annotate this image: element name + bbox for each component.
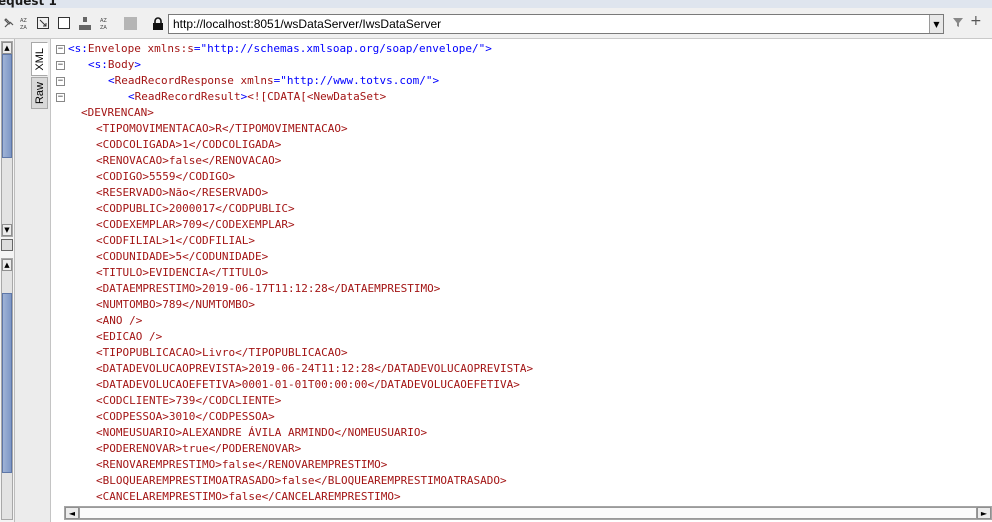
code-line: <CODFILIAL>1</CODFILIAL> xyxy=(96,234,255,247)
url-text: http://localhost:8051/wsDataServer/IwsDa… xyxy=(173,17,442,31)
scroll-up-button[interactable]: ▲ xyxy=(2,42,12,54)
code-line: <RESERVADO>Não</RESERVADO> xyxy=(96,186,269,199)
scroll-thumb-2[interactable] xyxy=(2,293,12,473)
svg-text:ZA: ZA xyxy=(100,25,107,30)
tab-xml-label: XML xyxy=(33,47,46,71)
scroll-left-button[interactable]: ◄ xyxy=(65,507,79,519)
code-line: <RENOVACAO>false</RENOVACAO> xyxy=(96,154,282,167)
tag-open: < xyxy=(128,90,135,103)
fold-toggle[interactable]: − xyxy=(56,45,65,54)
tag-close: > xyxy=(432,74,440,87)
code-line: <PODERENOVAR>true</PODERENOVAR> xyxy=(96,442,302,455)
tag-open: < xyxy=(108,74,115,87)
code-line: <CODIGO>5559</CODIGO> xyxy=(96,170,236,183)
code-line: <RENOVAREMPRESTIMO>false</RENOVAREMPREST… xyxy=(96,458,388,471)
attr-name: xmlns:s xyxy=(140,42,194,55)
xml-editor[interactable]: − − − − <s:Envelope xmlns:s="http://sche… xyxy=(51,39,992,506)
attr-value: "http://schemas.xmlsoap.org/soap/envelop… xyxy=(200,42,486,55)
code-line: <DEVRENCAN> xyxy=(81,106,154,119)
code-line: <BLOQUEAREMPRESTIMOATRASADO>false</BLOQU… xyxy=(96,474,507,487)
horizontal-scrollbar[interactable]: ◄ ► xyxy=(64,506,992,520)
filter-icon[interactable] xyxy=(952,16,964,31)
code-line: <DATAEMPRESTIMO>2019-06-17T11:12:28</DAT… xyxy=(96,282,441,295)
code-line: <CODEXEMPLAR>709</CODEXEMPLAR> xyxy=(96,218,295,231)
horizontal-scroll-thumb[interactable] xyxy=(79,507,977,519)
code-line: <NOMEUSUARIO>ALEXANDRE ÁVILA ARMINDO</NO… xyxy=(96,426,428,439)
tag-name: Body xyxy=(107,58,135,71)
code-line-response: <ReadRecordResponse xmlns="http://www.to… xyxy=(108,73,439,89)
tag-close: > xyxy=(485,42,492,55)
cdata-text: <![CDATA[<NewDataSet> xyxy=(247,90,387,103)
tree-icon[interactable] xyxy=(78,16,92,30)
code-line: <CODPUBLIC>2000017</CODPUBLIC> xyxy=(96,202,295,215)
code-line: <CODCLIENTE>739</CODCLIENTE> xyxy=(96,394,282,407)
tag-name: ReadRecordResult xyxy=(134,90,241,103)
tag-prefix: s: xyxy=(94,58,108,71)
request-toolbar: AZ ZA AZ ZA http://localhost:8051/wsDataSe… xyxy=(0,8,992,39)
left-scrollbar-bottom[interactable]: ▲ xyxy=(1,258,13,520)
tag-open: < xyxy=(68,42,75,55)
code-line-result: <ReadRecordResult><![CDATA[<NewDataSet> xyxy=(128,89,386,105)
url-field[interactable]: http://localhost:8051/wsDataServer/IwsDa… xyxy=(168,14,944,34)
view-tabs: XML Raw xyxy=(15,39,51,522)
tag-name: Envelope xyxy=(87,42,141,55)
sort-az-icon[interactable]: AZ ZA xyxy=(19,16,33,30)
attr-name: xmlns xyxy=(233,74,274,87)
code-line: <CODPESSOA>3010</CODPESSOA> xyxy=(96,410,275,423)
code-line: <NUMTOMBO>789</NUMTOMBO> xyxy=(96,298,255,311)
window-title: equest 1 xyxy=(0,0,57,8)
fold-toggle[interactable]: − xyxy=(56,61,65,70)
tab-raw-label: Raw xyxy=(33,81,46,104)
code-line: <TITULO>EVIDENCIA</TITULO> xyxy=(96,266,269,279)
url-dropdown-button[interactable]: ▼ xyxy=(929,15,943,33)
code-line: <TIPOPUBLICACAO>Livro</TIPOPUBLICACAO> xyxy=(96,346,348,359)
scroll-right-button[interactable]: ► xyxy=(977,507,991,519)
fold-toggle[interactable]: − xyxy=(56,93,65,102)
code-line: <CODCOLIGADA>1</CODCOLIGADA> xyxy=(96,138,282,151)
code-line-body: <s:Body> xyxy=(88,57,141,73)
tag-close: > xyxy=(134,58,141,71)
scroll-down-button[interactable]: ▼ xyxy=(2,224,12,236)
tag-name: ReadRecordResponse xyxy=(114,74,234,87)
add-icon[interactable]: + xyxy=(970,13,982,29)
code-line: <CODUNIDADE>5</CODUNIDADE> xyxy=(96,250,269,263)
tag-open: < xyxy=(88,58,95,71)
expand-icon[interactable] xyxy=(36,16,50,30)
fold-toggle[interactable]: − xyxy=(56,77,65,86)
svg-text:AZ: AZ xyxy=(20,18,27,24)
zoom-icon[interactable] xyxy=(1,239,13,251)
tab-raw[interactable]: Raw xyxy=(31,77,48,109)
code-line: <TIPOMOVIMENTACAO>R</TIPOMOVIMENTACAO> xyxy=(96,122,348,135)
svg-text:ZA: ZA xyxy=(20,25,27,30)
scroll-thumb[interactable] xyxy=(2,54,12,158)
code-line: <DATADEVOLUCAOEFETIVA>0001-01-01T00:00:0… xyxy=(96,378,520,391)
scroll-up-button-2[interactable]: ▲ xyxy=(2,259,12,271)
window-title-bar: equest 1 xyxy=(0,0,992,8)
left-scrollbar-top[interactable]: ▲ ▼ xyxy=(1,41,13,237)
sort-icon[interactable]: AZ ZA xyxy=(99,16,113,30)
pin-icon[interactable] xyxy=(2,16,16,30)
left-panel: ▲ ▼ ▲ xyxy=(0,39,15,522)
attr-value: "http://www.totvs.com/" xyxy=(280,74,433,87)
block-icon[interactable] xyxy=(123,16,137,30)
code-line-envelope: <s:Envelope xmlns:s="http://schemas.xmls… xyxy=(68,41,492,57)
tag-prefix: s: xyxy=(74,42,88,55)
svg-text:AZ: AZ xyxy=(100,18,107,24)
code-line: <DATADEVOLUCAOPREVISTA>2019-06-24T11:12:… xyxy=(96,362,534,375)
chevron-down-icon: ▼ xyxy=(933,19,940,29)
lock-icon xyxy=(151,16,165,30)
tab-xml[interactable]: XML xyxy=(31,42,48,76)
code-line: <ANO /> xyxy=(96,314,143,327)
stop-icon[interactable] xyxy=(57,16,71,30)
code-line: <CANCELAREMPRESTIMO>false</CANCELAREMPRE… xyxy=(96,490,401,503)
code-line: <EDICAO /> xyxy=(96,330,163,343)
